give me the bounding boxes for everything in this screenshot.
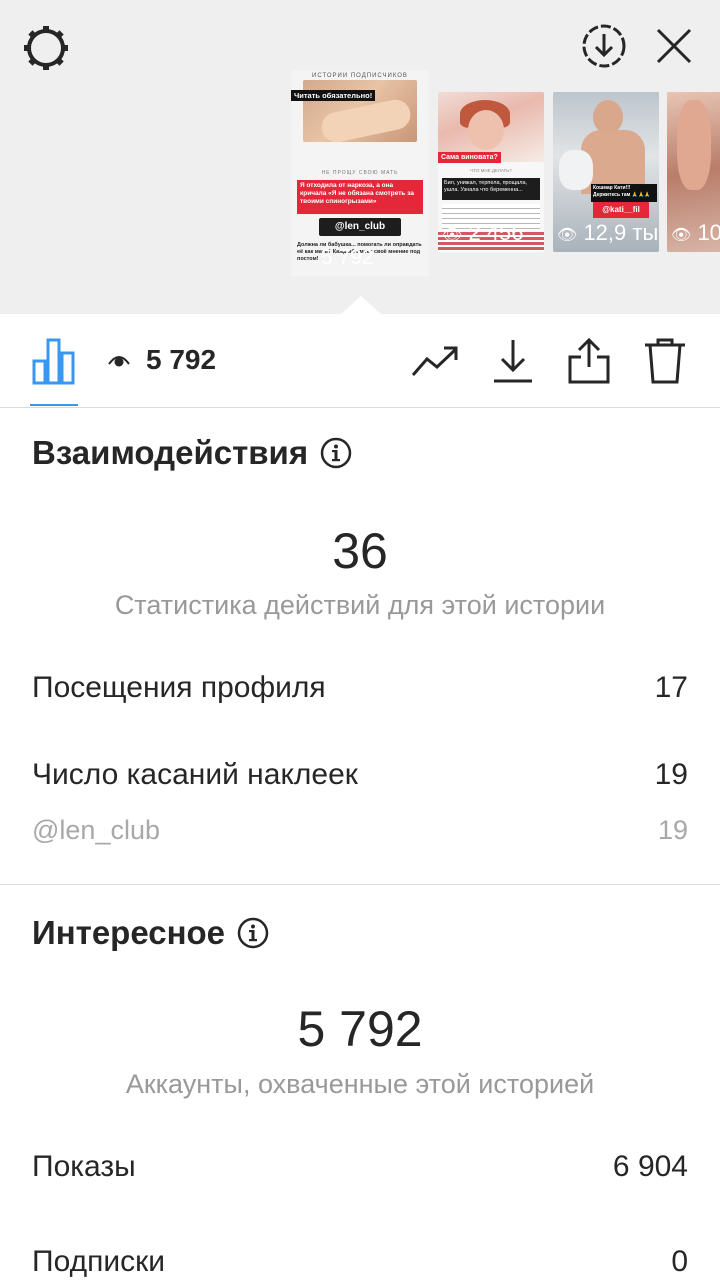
story-red-text: Сама виновата? [438, 152, 501, 163]
follows-value: 0 [671, 1245, 688, 1278]
views-summary: 5 792 [108, 344, 216, 376]
story-thumbnail-selected[interactable]: ИСТОРИИ ПОДПИСЧИКОВ Читать обязательно! … [291, 70, 429, 276]
story-view-count: 5 792 [321, 246, 374, 269]
follows-label: Подписки [32, 1245, 165, 1278]
info-icon[interactable] [237, 917, 269, 949]
story-black-text: Кошмар Кати!!! Держитесь там 🙏🙏🙏 [591, 184, 657, 202]
info-icon[interactable] [320, 437, 352, 469]
story-thumbnail[interactable]: 👁 10 [667, 92, 720, 252]
story-subheading: НЕ ПРОЩУ СВОЮ МАТЬ [321, 170, 399, 176]
share-button[interactable] [564, 336, 614, 386]
story-view-count: 👁 2 456 [442, 220, 524, 245]
story-mention-sticker: @kati__fil [593, 202, 649, 218]
bar-chart-icon [32, 338, 75, 385]
download-circle-icon [582, 24, 626, 68]
download-button[interactable] [488, 336, 538, 386]
story-tray: ИСТОРИИ ПОДПИСЧИКОВ Читать обязательно! … [0, 0, 720, 314]
discovery-title: Интересное [32, 914, 226, 951]
impressions-label: Показы [32, 1150, 136, 1183]
trash-icon [645, 338, 685, 384]
story-thumbnail[interactable]: Сама виновата? ЧТО МНЕ ДЕЛАТЬ? Бил, униж… [438, 92, 544, 252]
mention-sticker-value: 19 [657, 815, 688, 845]
interactions-heading: Взаимодействия [32, 434, 352, 472]
story-thumbnail[interactable]: Кошмар Кати!!! Держитесь там 🙏🙏🙏 @kati__… [553, 92, 659, 252]
impressions-value: 6 904 [612, 1150, 688, 1183]
promote-button[interactable] [410, 336, 460, 386]
discovery-heading: Интересное [32, 914, 269, 952]
eye-icon: 👁 [557, 227, 578, 244]
download-icon [494, 340, 532, 383]
views-count: 5 792 [146, 344, 217, 375]
mention-sticker-label: @len_club [32, 815, 160, 845]
story-toolbar: 5 792 [0, 314, 720, 408]
active-tab-indicator [30, 404, 78, 406]
interactions-total: 36 [332, 523, 388, 579]
interactions-subtitle: Статистика действий для этой истории [114, 590, 606, 620]
profile-visits-value: 17 [654, 671, 688, 704]
settings-icon [24, 26, 68, 70]
eye-icon [108, 349, 130, 371]
settings-button[interactable] [20, 22, 72, 74]
section-divider [0, 884, 720, 885]
close-icon [656, 28, 692, 64]
sticker-taps-label: Число касаний наклеек [32, 758, 358, 791]
story-view-count: 👁 10 [671, 220, 720, 245]
trending-icon [411, 346, 458, 376]
sticker-taps-value: 19 [654, 758, 688, 791]
interactions-title: Взаимодействия [32, 434, 309, 471]
eye-icon: 👁 [671, 227, 692, 244]
reach-subtitle: Аккаунты, охваченные этой историей [125, 1069, 595, 1099]
story-mention-sticker: @len_club [319, 218, 401, 236]
save-story-button[interactable] [578, 20, 630, 72]
eye-icon: 👁 [442, 227, 463, 244]
tab-insights[interactable] [30, 336, 78, 386]
close-button[interactable] [650, 22, 698, 70]
share-icon [568, 337, 610, 384]
selected-story-pointer [341, 296, 381, 314]
delete-button[interactable] [640, 336, 690, 386]
story-red-text: Я отходила от наркоза, а она кричала «Я … [297, 180, 423, 214]
story-tag: Читать обязательно! [291, 90, 376, 101]
reach-total: 5 792 [297, 1001, 423, 1057]
profile-visits-label: Посещения профиля [32, 671, 326, 704]
story-subheading: ЧТО МНЕ ДЕЛАТЬ? [470, 168, 512, 173]
story-black-text: Бил, унижал, терпела, прощала, ушла. Узн… [442, 178, 540, 200]
story-header-text: ИСТОРИИ ПОДПИСЧИКОВ [312, 73, 408, 79]
story-view-count: 👁 12,9 ты [557, 220, 659, 245]
